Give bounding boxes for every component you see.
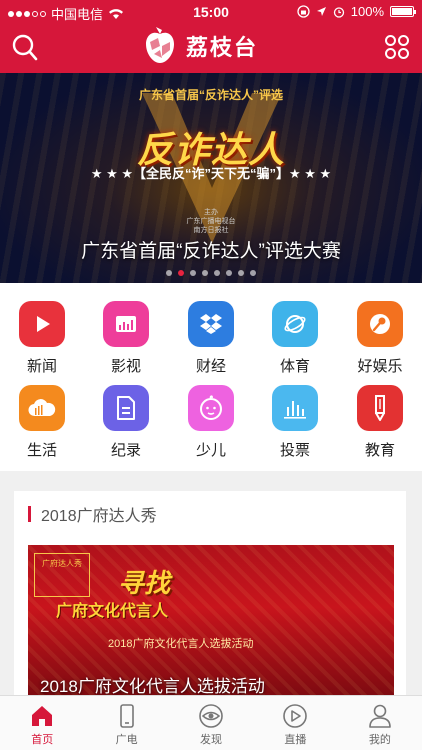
app-header: 中国电信 15:00 100% 荔枝台 [0,0,422,73]
image-title: 寻找 [118,568,171,598]
tab-label: 发现 [200,734,223,746]
planet-icon [272,301,318,347]
category-label: 体育 [279,358,310,375]
microphone-icon [357,301,403,347]
banner-slogan: ★ ★ ★【全民反“诈”天下无“骗”】★ ★ ★ [90,166,332,181]
featured-caption: 2018广府文化代言人选拔活动 [40,677,265,696]
banner-top-tag: 广东省首届“反诈达人”评选 [138,88,283,102]
tab-broadcast[interactable]: 广电 [84,696,168,750]
app-name: 荔枝台 [186,35,259,60]
section-accent-bar [28,506,31,522]
lychee-logo-icon [146,27,174,63]
tab-label: 我的 [368,734,391,746]
pager-dot[interactable] [190,270,196,276]
pen-icon [357,385,403,431]
cloud-icon [19,385,65,431]
category-news[interactable]: 新闻 [8,301,76,376]
category-label: 纪录 [110,442,141,459]
phone-icon [119,704,134,728]
org-line: 主办 [204,209,218,216]
eye-icon [199,704,223,728]
category-film[interactable]: 影视 [92,301,160,376]
battery-percent: 100% [350,4,384,19]
status-right: 100% [297,4,416,19]
category-sports[interactable]: 体育 [261,301,329,376]
section-title: 2018广府达人秀 [41,508,157,525]
pager-dot-active[interactable] [178,270,184,276]
featured-card: 2018广府达人秀 广府达人秀 寻找 广府文化代言人 2018广府文化代言人选拔… [14,491,406,701]
battery-icon [390,6,416,17]
lock-rotation-icon [297,5,310,18]
section-header: 2018广府达人秀 [28,503,157,525]
dropbox-icon [188,301,234,347]
category-label: 好娱乐 [357,358,403,375]
category-kids[interactable]: 少儿 [177,385,245,460]
hero-banner[interactable]: 广东省首届“反诈达人”评选 反诈达人 ★ ★ ★【全民反“诈”天下无“骗”】★ … [0,73,422,283]
category-label: 教育 [364,442,395,459]
menu-grid-icon[interactable] [384,34,410,60]
category-finance[interactable]: 财经 [177,301,245,376]
tab-mine[interactable]: 我的 [338,696,422,750]
category-entertainment[interactable]: 好娱乐 [346,301,414,376]
app-logo: 荔枝台 [142,26,258,66]
play-icon [19,301,65,347]
tab-label: 直播 [284,734,307,746]
pager-dot[interactable] [250,270,256,276]
pager-dot[interactable] [226,270,232,276]
category-label: 投票 [279,442,310,459]
featured-image[interactable]: 广府达人秀 寻找 广府文化代言人 2018广府文化代言人选拔活动 2018广府文… [28,545,394,701]
image-badge: 广府达人秀 [34,553,90,597]
bar-chart-icon [272,385,318,431]
play-circle-icon [283,704,308,728]
category-life[interactable]: 生活 [8,385,76,460]
tab-label: 广电 [115,734,138,746]
category-grid: 新闻 影视 财经 体育 好娱乐 生活 纪录 少儿 投票 教育 [0,283,422,471]
banner-caption: 广东省首届“反诈达人”评选大赛 [81,241,341,262]
category-label: 财经 [195,358,226,375]
org-line: 南方日报社 [193,227,229,234]
search-icon[interactable] [12,34,38,62]
location-icon [316,7,326,16]
image-subtitle: 广府文化代言人 [56,603,169,620]
pager-dot[interactable] [238,270,244,276]
user-icon [369,704,391,728]
org-line: 广东广播电视台 [186,218,236,225]
category-label: 生活 [26,442,57,459]
banner-organizers: 主办 广东广播电视台 南方日报社 [0,208,422,235]
image-line: 2018广府文化代言人选拔活动 [108,638,254,650]
tab-discover[interactable]: 发现 [169,696,253,750]
alarm-icon [333,6,344,18]
document-icon [103,385,149,431]
category-label: 新闻 [26,358,57,375]
pager-dot[interactable] [166,270,172,276]
category-documentary[interactable]: 纪录 [92,385,160,460]
pager-dot[interactable] [214,270,220,276]
status-bar: 中国电信 15:00 100% [0,0,422,24]
tab-home[interactable]: 首页 [0,696,84,750]
category-education[interactable]: 教育 [346,385,414,460]
tab-live[interactable]: 直播 [253,696,337,750]
video-bars-icon [103,301,149,347]
category-vote[interactable]: 投票 [261,385,329,460]
pager-dot[interactable] [202,270,208,276]
baby-face-icon [188,385,234,431]
tab-label: 首页 [31,734,54,746]
home-icon [32,706,53,726]
banner-pager[interactable] [0,270,422,276]
category-label: 影视 [110,358,141,375]
category-label: 少儿 [195,442,226,459]
bottom-tab-bar: 首页 广电 发现 直播 我的 [0,695,422,750]
